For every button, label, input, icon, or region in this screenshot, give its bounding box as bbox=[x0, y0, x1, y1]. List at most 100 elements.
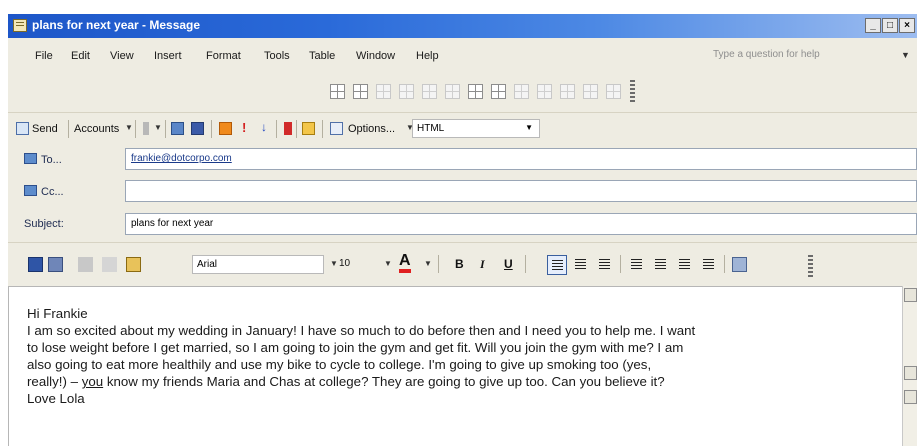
bullets-button[interactable] bbox=[651, 255, 671, 275]
align-left-icon bbox=[552, 260, 563, 270]
table-autofit-icon[interactable] bbox=[583, 84, 598, 99]
message-format-select[interactable]: HTML ▼ bbox=[412, 119, 540, 138]
menu-view[interactable]: View bbox=[110, 50, 134, 62]
font-color-dropdown-icon[interactable]: ▼ bbox=[424, 259, 432, 268]
split-cells-icon[interactable] bbox=[491, 84, 506, 99]
to-label: To... bbox=[41, 154, 62, 166]
help-dropdown-icon[interactable]: ▼ bbox=[901, 50, 910, 60]
minimize-button[interactable]: _ bbox=[865, 18, 881, 33]
size-dropdown-icon[interactable]: ▼ bbox=[384, 259, 392, 268]
font-name-select[interactable]: Arial bbox=[192, 255, 324, 274]
menu-bar: File Edit View Insert Format Tools Table… bbox=[8, 38, 917, 72]
options-icon[interactable] bbox=[330, 122, 343, 135]
message-body[interactable]: Hi Frankie I am so excited about my wedd… bbox=[8, 286, 902, 446]
follow-up-flag-icon[interactable] bbox=[284, 122, 292, 135]
copy-icon[interactable] bbox=[102, 257, 117, 272]
font-color-button[interactable]: A bbox=[399, 253, 411, 273]
paste-icon[interactable] bbox=[126, 257, 141, 272]
insert-table-icon[interactable] bbox=[330, 84, 345, 99]
menu-insert[interactable]: Insert bbox=[154, 50, 182, 62]
merge-cells-icon[interactable] bbox=[468, 84, 483, 99]
send-envelope-icon bbox=[16, 122, 29, 135]
scroll-down-button[interactable] bbox=[904, 390, 917, 404]
menu-table[interactable]: Table bbox=[309, 50, 335, 62]
cc-field[interactable] bbox=[125, 180, 917, 202]
underline-button[interactable]: U bbox=[504, 257, 513, 271]
body-line-part: know my friends Maria and Chas at colleg… bbox=[103, 374, 665, 389]
center-icon bbox=[575, 259, 586, 269]
align-cells-icon[interactable] bbox=[514, 84, 529, 99]
message-format-value: HTML bbox=[417, 123, 445, 134]
toolbar-separator bbox=[211, 120, 212, 138]
toolbar-separator bbox=[620, 255, 621, 273]
window-title: plans for next year - Message bbox=[32, 18, 201, 32]
font-size-select[interactable]: 10 bbox=[339, 258, 350, 269]
formatting-toolbar: Arial ▼ 10 ▼ A ▼ B I U bbox=[8, 242, 917, 286]
scroll-up-button[interactable] bbox=[904, 288, 917, 302]
align-left-button[interactable] bbox=[547, 255, 567, 275]
toolbar-options-icon[interactable] bbox=[732, 257, 747, 272]
toolbar-grip[interactable] bbox=[808, 255, 813, 279]
close-button[interactable]: × bbox=[899, 18, 915, 33]
vertical-scrollbar[interactable] bbox=[902, 286, 917, 446]
increase-indent-icon bbox=[703, 259, 714, 269]
subject-label: Subject: bbox=[24, 218, 64, 230]
font-dropdown-icon[interactable]: ▼ bbox=[330, 259, 338, 268]
menu-file[interactable]: File bbox=[35, 50, 53, 62]
accounts-button[interactable]: Accounts bbox=[74, 123, 119, 135]
insert-item-icon[interactable] bbox=[219, 122, 232, 135]
toolbar-separator bbox=[165, 120, 166, 138]
maximize-button[interactable]: □ bbox=[882, 18, 898, 33]
numbering-button[interactable] bbox=[627, 255, 647, 275]
message-app-icon bbox=[13, 19, 27, 32]
distribute-columns-icon[interactable] bbox=[560, 84, 575, 99]
send-button[interactable]: Send bbox=[32, 123, 58, 135]
bold-button[interactable]: B bbox=[455, 257, 464, 271]
save-icon[interactable] bbox=[28, 257, 43, 272]
body-line-part: really!) – bbox=[27, 374, 82, 389]
tables-toolbar bbox=[8, 72, 917, 112]
distribute-rows-icon[interactable] bbox=[537, 84, 552, 99]
cc-button[interactable]: Cc... bbox=[24, 185, 64, 198]
body-line: really!) – you know my friends Maria and… bbox=[27, 373, 897, 390]
window-title-bar[interactable]: plans for next year - Message _ □ × bbox=[8, 14, 917, 38]
options-button[interactable]: Options... bbox=[348, 123, 395, 135]
message-text: Hi Frankie I am so excited about my wedd… bbox=[27, 305, 897, 407]
attach-dropdown-icon[interactable]: ▼ bbox=[154, 123, 162, 132]
insert-columns-icon[interactable] bbox=[399, 84, 414, 99]
decrease-indent-button[interactable] bbox=[675, 255, 695, 275]
insert-rows-above-icon[interactable] bbox=[376, 84, 391, 99]
attach-file-icon[interactable] bbox=[143, 122, 149, 135]
draw-borders-icon[interactable] bbox=[445, 84, 460, 99]
align-right-button[interactable] bbox=[595, 255, 615, 275]
menu-tools[interactable]: Tools bbox=[264, 50, 290, 62]
signoff-line: Love Lola bbox=[27, 391, 85, 406]
increase-indent-button[interactable] bbox=[699, 255, 719, 275]
table-properties-icon[interactable] bbox=[606, 84, 621, 99]
scroll-thumb[interactable] bbox=[904, 366, 917, 380]
cut-icon[interactable] bbox=[78, 257, 93, 272]
print-icon[interactable] bbox=[48, 257, 63, 272]
decrease-indent-icon bbox=[679, 259, 690, 269]
menu-help[interactable]: Help bbox=[416, 50, 439, 62]
center-button[interactable] bbox=[571, 255, 591, 275]
to-button[interactable]: To... bbox=[24, 153, 62, 166]
help-question-input[interactable]: Type a question for help bbox=[713, 49, 820, 60]
subject-field[interactable]: plans for next year bbox=[125, 213, 917, 235]
menu-window[interactable]: Window bbox=[356, 50, 395, 62]
menu-edit[interactable]: Edit bbox=[71, 50, 90, 62]
address-book-icon[interactable] bbox=[171, 122, 184, 135]
to-field[interactable]: frankie@dotcorpo.com bbox=[125, 148, 917, 170]
permission-icon[interactable] bbox=[302, 122, 315, 135]
insert-rows-below-icon[interactable] bbox=[422, 84, 437, 99]
check-names-icon[interactable] bbox=[191, 122, 204, 135]
greeting-line: Hi Frankie bbox=[27, 306, 88, 321]
toolbar-grip[interactable] bbox=[630, 80, 635, 104]
menu-format[interactable]: Format bbox=[206, 50, 241, 62]
italic-button[interactable]: I bbox=[480, 257, 485, 272]
table-grid-icon[interactable] bbox=[353, 84, 368, 99]
to-book-icon bbox=[24, 153, 37, 164]
high-importance-button[interactable]: ! bbox=[242, 120, 246, 135]
accounts-dropdown-icon[interactable]: ▼ bbox=[125, 123, 133, 132]
low-importance-button[interactable]: ↓ bbox=[261, 120, 267, 134]
